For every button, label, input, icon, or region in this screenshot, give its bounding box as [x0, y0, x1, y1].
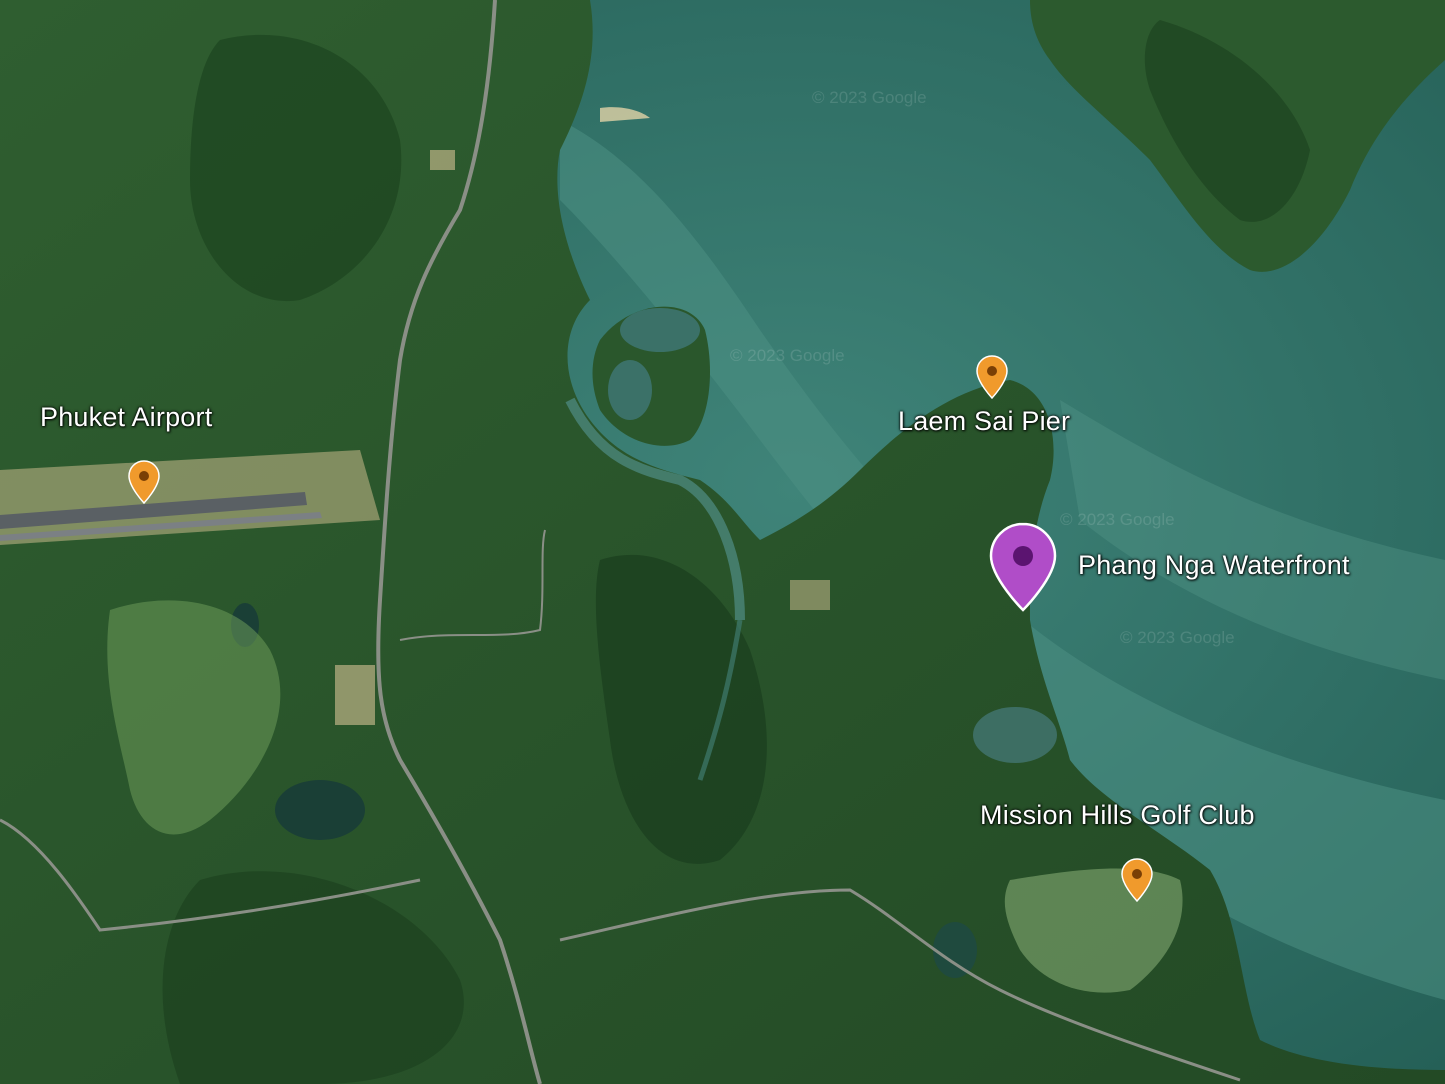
place-label-phang-nga-waterfront[interactable]: Phang Nga Waterfront	[1078, 550, 1350, 581]
orange-pin-icon[interactable]	[128, 460, 160, 504]
google-watermark: © 2023 Google	[1120, 628, 1235, 647]
place-label-laem-sai-pier[interactable]: Laem Sai Pier	[898, 406, 1070, 437]
orange-pin-icon[interactable]	[1121, 858, 1153, 902]
lake	[933, 922, 977, 978]
sandy-area	[430, 150, 455, 170]
sandy-area	[335, 665, 375, 725]
place-label-phuket-airport[interactable]: Phuket Airport	[40, 402, 212, 433]
satellite-map[interactable]	[0, 0, 1445, 1084]
place-label-mission-hills-golf-club[interactable]: Mission Hills Golf Club	[980, 800, 1255, 831]
lake	[973, 707, 1057, 763]
lagoon	[620, 308, 700, 352]
lake	[275, 780, 365, 840]
purple-pin-icon[interactable]	[989, 522, 1057, 612]
lagoon	[608, 360, 652, 420]
google-watermark: © 2023 Google	[730, 346, 845, 365]
sandy-area	[790, 580, 830, 610]
orange-pin-icon[interactable]	[976, 355, 1008, 399]
google-watermark: © 2023 Google	[812, 88, 927, 107]
google-watermark: © 2023 Google	[1060, 510, 1175, 529]
